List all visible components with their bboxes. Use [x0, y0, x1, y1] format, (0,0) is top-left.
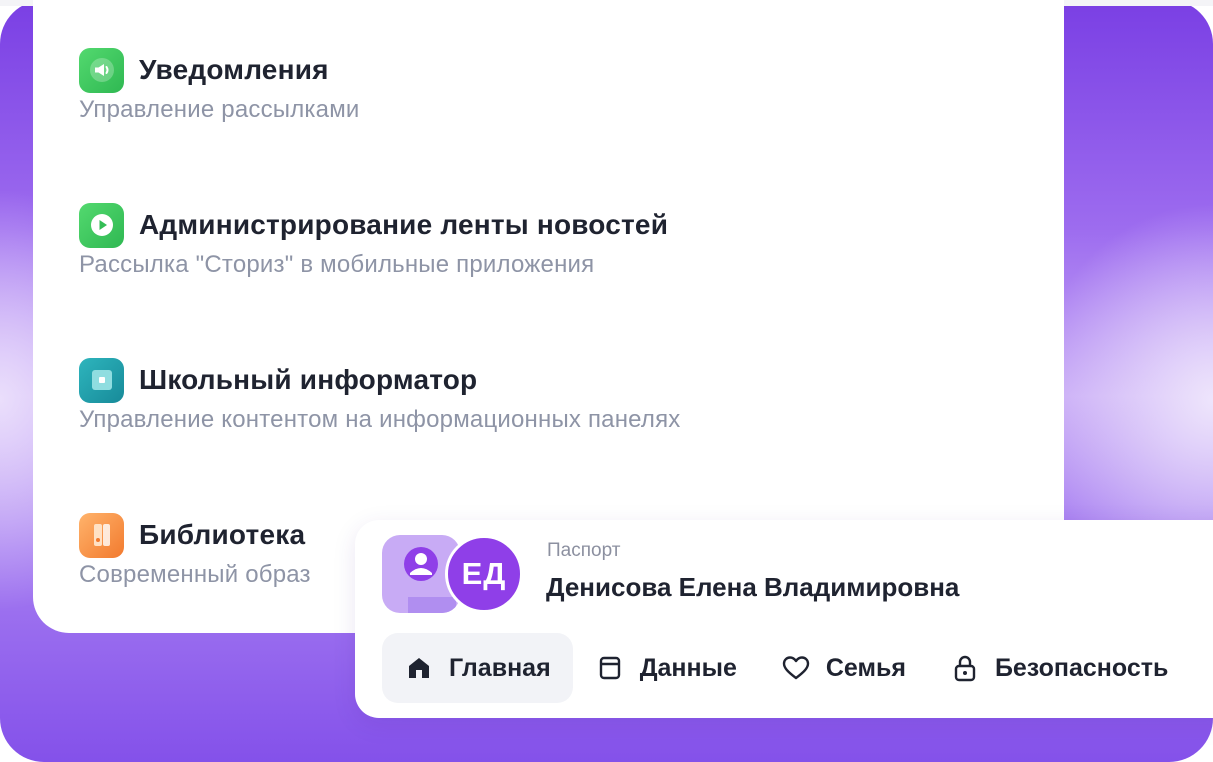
tab-label: Данные: [639, 653, 737, 682]
person-name: Денисова Елена Владимировна: [546, 572, 960, 602]
service-title: Администрирование ленты новостей: [139, 209, 669, 240]
panel-icon: [79, 357, 124, 403]
megaphone-icon: [79, 47, 124, 93]
service-description: Управление контентом на информационных п…: [79, 406, 681, 433]
service-title: Уведомления: [139, 54, 329, 85]
avatar[interactable]: ЕД: [445, 535, 523, 613]
folder-icon: [595, 653, 625, 683]
document-label: Паспорт: [547, 540, 621, 561]
book-icon: [79, 512, 124, 558]
service-notifications[interactable]: Уведомления Управление рассылками: [79, 47, 979, 124]
tab-security[interactable]: Безопасность: [928, 633, 1190, 703]
tab-label: Безопасность: [994, 653, 1169, 682]
tab-label: Главная: [449, 653, 551, 682]
tab-home[interactable]: Главная: [382, 633, 573, 703]
tab-label: Семья: [825, 653, 906, 682]
service-title: Библиотека: [139, 519, 306, 550]
play-icon: [79, 202, 124, 248]
heart-icon: [781, 653, 811, 683]
tab-family[interactable]: Семья: [759, 633, 928, 703]
service-title: Школьный информатор: [139, 364, 478, 395]
tab-data[interactable]: Данные: [573, 633, 759, 703]
service-school-informer[interactable]: Школьный информатор Управление контентом…: [79, 357, 979, 434]
profile-card: ЕД Паспорт Денисова Елена Владимировна Г…: [355, 520, 1213, 718]
service-news-feed[interactable]: Администрирование ленты новостей Рассылк…: [79, 202, 979, 279]
service-description: Управление рассылками: [79, 96, 360, 123]
profile-tabs: Главная Данные Семья Безопасность: [382, 633, 1190, 703]
service-description: Рассылка "Сториз" в мобильные приложения: [79, 251, 595, 278]
lock-icon: [950, 653, 980, 683]
home-icon: [404, 653, 434, 683]
